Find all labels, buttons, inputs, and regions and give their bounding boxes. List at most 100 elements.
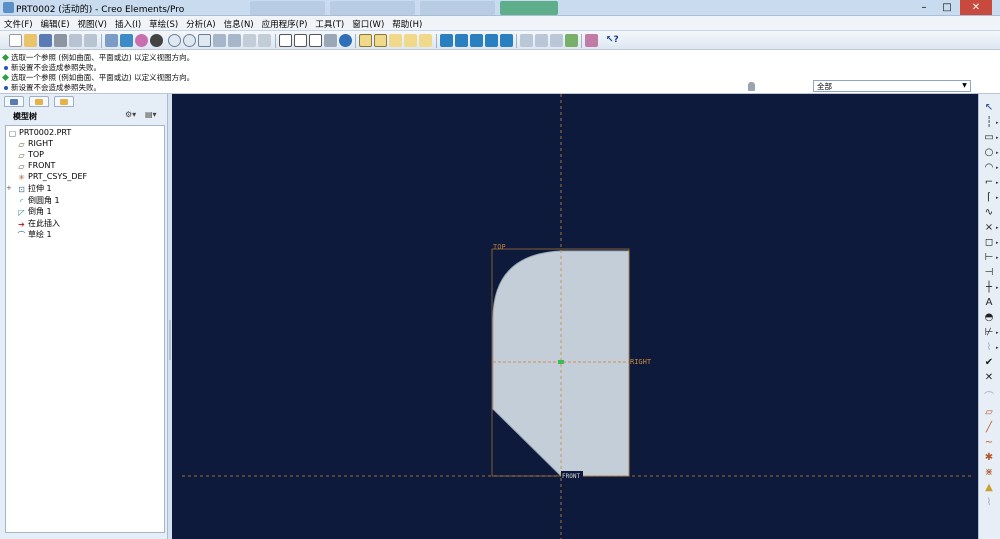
sketch-display-4-icon[interactable] bbox=[485, 34, 498, 47]
accept-icon[interactable]: ✔ bbox=[983, 357, 995, 369]
sketch-display-5-icon[interactable] bbox=[500, 34, 513, 47]
tree-settings-icon[interactable]: ⚙▾ bbox=[125, 110, 139, 121]
splitter-grip[interactable] bbox=[169, 320, 171, 360]
tree-item-chamfer[interactable]: ◸ 倒角 1 bbox=[17, 206, 51, 217]
tree-item-insert-here[interactable]: ➔ 在此插入 bbox=[17, 218, 60, 229]
palette-icon[interactable]: ◓ bbox=[983, 312, 995, 324]
minimize-icon[interactable]: – bbox=[913, 0, 935, 15]
tree-item-root[interactable]: ▢ PRT0002.PRT bbox=[8, 127, 72, 138]
view-manager-icon[interactable] bbox=[258, 34, 271, 47]
close-icon[interactable]: ✕ bbox=[960, 0, 992, 15]
tree-item-extrude[interactable]: + ⊡ 拉伸 1 bbox=[6, 183, 52, 194]
menu-analysis[interactable]: 分析(A) bbox=[182, 16, 219, 30]
enhanced-realism-icon[interactable] bbox=[339, 34, 352, 47]
inspect-1-icon[interactable]: ⌒ bbox=[983, 392, 995, 404]
inspect-5-icon[interactable]: ✱ bbox=[983, 452, 995, 464]
background-window-tab[interactable] bbox=[250, 1, 325, 15]
context-help-icon[interactable]: ↖? bbox=[606, 34, 619, 47]
mirror-icon[interactable]: ⌇ bbox=[983, 342, 995, 354]
annotation-icon[interactable] bbox=[419, 34, 432, 47]
cancel-icon[interactable]: ✕ bbox=[983, 372, 995, 384]
point-icon[interactable]: × bbox=[983, 222, 995, 234]
tree-item-front[interactable]: ▱ FRONT bbox=[17, 160, 55, 171]
tree-item-round[interactable]: ◜ 倒圆角 1 bbox=[17, 195, 60, 206]
model-player-icon[interactable] bbox=[585, 34, 598, 47]
tab-model-tree[interactable] bbox=[4, 96, 24, 107]
menu-edit[interactable]: 编辑(E) bbox=[37, 16, 74, 30]
menu-applications[interactable]: 应用程序(P) bbox=[258, 16, 312, 30]
sketch-orient-icon[interactable] bbox=[120, 34, 133, 47]
constraint-icon[interactable]: ┼ bbox=[983, 282, 995, 294]
datum-points-icon[interactable] bbox=[389, 34, 402, 47]
inspect-6-icon[interactable]: ⋇ bbox=[983, 467, 995, 479]
menu-info[interactable]: 信息(N) bbox=[220, 16, 258, 30]
rectangle-icon[interactable]: ▭ bbox=[983, 132, 995, 144]
inspect-8-icon[interactable]: ⌇ bbox=[983, 497, 995, 509]
select-icon[interactable]: ↖ bbox=[983, 102, 995, 114]
print-icon[interactable] bbox=[54, 34, 67, 47]
graphics-window[interactable]: TOP RIGHT FRONT bbox=[172, 94, 978, 539]
display-style-icon[interactable] bbox=[150, 34, 163, 47]
sketch-tool-1-icon[interactable] bbox=[520, 34, 533, 47]
zoom-out-icon[interactable] bbox=[183, 34, 196, 47]
modify-icon[interactable]: ⊣ bbox=[983, 267, 995, 279]
maximize-icon[interactable]: □ bbox=[936, 0, 958, 15]
csys-display-icon[interactable] bbox=[404, 34, 417, 47]
selection-filter[interactable]: 全部 ▼ bbox=[813, 80, 971, 92]
inspect-7-icon[interactable]: ▲ bbox=[983, 482, 995, 494]
save-icon[interactable] bbox=[39, 34, 52, 47]
background-window-tab[interactable] bbox=[500, 1, 558, 15]
inspect-3-icon[interactable]: ╱ bbox=[983, 422, 995, 434]
centerline-icon[interactable]: ┆ bbox=[983, 117, 995, 129]
layers-icon[interactable] bbox=[243, 34, 256, 47]
wireframe-icon[interactable] bbox=[279, 34, 292, 47]
arc-icon[interactable]: ◠ bbox=[983, 162, 995, 174]
spline-icon[interactable]: ∿ bbox=[983, 207, 995, 219]
saved-views-icon[interactable] bbox=[228, 34, 241, 47]
email-link-icon[interactable] bbox=[84, 34, 97, 47]
menu-tools[interactable]: 工具(T) bbox=[311, 16, 348, 30]
sketch-display-2-icon[interactable] bbox=[455, 34, 468, 47]
open-file-icon[interactable] bbox=[24, 34, 37, 47]
menu-file[interactable]: 文件(F) bbox=[0, 16, 37, 30]
fillet-icon[interactable]: ⌐ bbox=[983, 177, 995, 189]
no-hidden-icon[interactable] bbox=[309, 34, 322, 47]
regenerate-icon[interactable] bbox=[105, 34, 118, 47]
tree-item-top[interactable]: ▱ TOP bbox=[17, 149, 44, 160]
inspect-2-icon[interactable]: ▱ bbox=[983, 407, 995, 419]
lamp-icon[interactable] bbox=[748, 82, 755, 91]
sketch-tool-3-icon[interactable] bbox=[550, 34, 563, 47]
tree-item-sketch[interactable]: ⌒ 草绘 1 bbox=[17, 229, 52, 240]
background-window-tab[interactable] bbox=[330, 1, 415, 15]
new-file-icon[interactable] bbox=[9, 34, 22, 47]
datum-planes-icon[interactable] bbox=[359, 34, 372, 47]
inspect-4-icon[interactable]: ∼ bbox=[983, 437, 995, 449]
trim-icon[interactable]: ⊬ bbox=[983, 327, 995, 339]
tree-item-csys[interactable]: ✳ PRT_CSYS_DEF bbox=[17, 171, 87, 182]
hidden-line-icon[interactable] bbox=[294, 34, 307, 47]
offset-icon[interactable]: ◻ bbox=[983, 237, 995, 249]
menu-sketch[interactable]: 草绘(S) bbox=[145, 16, 182, 30]
circle-icon[interactable]: ○ bbox=[983, 147, 995, 159]
refit-icon[interactable] bbox=[198, 34, 211, 47]
sketch-display-1-icon[interactable] bbox=[440, 34, 453, 47]
menu-help[interactable]: 帮助(H) bbox=[388, 16, 426, 30]
background-window-tab[interactable] bbox=[420, 1, 495, 15]
appearance-icon[interactable] bbox=[135, 34, 148, 47]
menu-window[interactable]: 窗口(W) bbox=[348, 16, 388, 30]
tree-columns-icon[interactable]: ▤▾ bbox=[145, 110, 159, 121]
tab-folder-browser[interactable] bbox=[28, 96, 49, 107]
menu-view[interactable]: 视图(V) bbox=[74, 16, 111, 30]
menu-insert[interactable]: 插入(I) bbox=[111, 16, 145, 30]
dimension-icon[interactable]: ⊢ bbox=[983, 252, 995, 264]
reorient-icon[interactable] bbox=[213, 34, 226, 47]
zoom-in-icon[interactable] bbox=[168, 34, 181, 47]
sketch-tool-4-icon[interactable] bbox=[565, 34, 578, 47]
chamfer-tool-icon[interactable]: ⌈ bbox=[983, 192, 995, 204]
email-icon[interactable] bbox=[69, 34, 82, 47]
sketch-view[interactable]: TOP RIGHT FRONT bbox=[172, 94, 978, 539]
expand-icon[interactable]: + bbox=[6, 183, 12, 194]
tab-favorites[interactable] bbox=[53, 96, 74, 107]
shading-icon[interactable] bbox=[324, 34, 337, 47]
sketch-tool-2-icon[interactable] bbox=[535, 34, 548, 47]
